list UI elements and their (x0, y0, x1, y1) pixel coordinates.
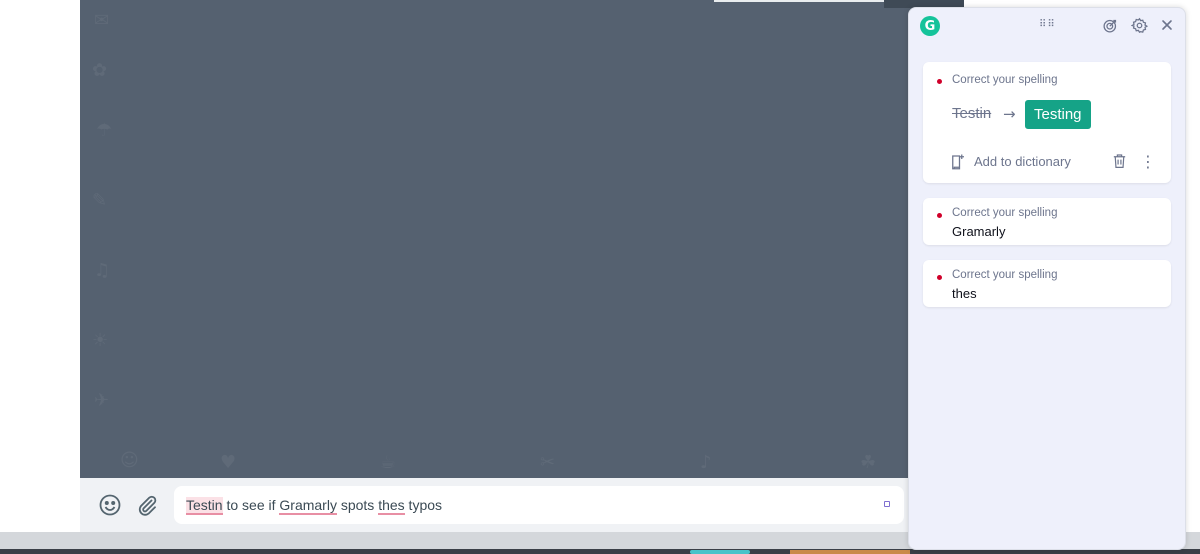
suggestion-category: Correct your spelling (952, 74, 1058, 86)
suggestion-card[interactable]: Correct your spelling Gramarly (923, 198, 1171, 245)
message-bubble-edge (714, 0, 886, 2)
more-options-icon[interactable]: ⋮ (1140, 152, 1156, 171)
paperclip-icon[interactable] (135, 493, 159, 517)
message-text-segment: spots (336, 497, 379, 513)
message-text-segment: to see if (222, 497, 280, 513)
original-word: Testin (952, 105, 992, 122)
chat-area: ✉ ✿ ☂ ✎ ♫ ☀ ✈ ☺ ♥ ☕ ✂ ♪ ☘ ✿ ☂ ✎ (80, 0, 964, 478)
arrow-right-icon: → (1003, 105, 1016, 123)
flagged-word: thes (952, 286, 977, 301)
goals-icon[interactable] (1101, 16, 1119, 34)
suggestion-category: Correct your spelling (952, 269, 1058, 281)
taskbar-item (790, 550, 910, 554)
error-word-testin[interactable]: Testin (186, 497, 223, 515)
message-text[interactable]: Testin to see if Gramarly spots thes typ… (186, 497, 443, 515)
gear-icon[interactable] (1130, 16, 1148, 34)
accept-suggestion-button[interactable]: Testing (1025, 100, 1091, 129)
error-word-thes[interactable]: thes (378, 497, 405, 515)
taskbar-item (690, 550, 750, 554)
left-margin (0, 0, 80, 532)
suggestion-category: Correct your spelling (952, 207, 1058, 219)
trash-icon[interactable] (1111, 152, 1129, 170)
grammarly-logo[interactable]: G (920, 16, 940, 36)
suggestion-card[interactable]: Correct your spelling thes (923, 260, 1171, 307)
suggestion-card-expanded[interactable]: Correct your spelling Testin → Testing A… (923, 62, 1171, 183)
message-input[interactable]: Testin to see if Gramarly spots thes typ… (174, 486, 904, 524)
message-text-segment: typos (404, 497, 443, 513)
close-icon[interactable] (1158, 16, 1176, 34)
grammarly-status-indicator[interactable] (884, 501, 890, 507)
error-dot (937, 275, 942, 280)
message-composer: Testin to see if Gramarly spots thes typ… (80, 478, 964, 532)
grammarly-header: G ⠿⠿ (909, 8, 1185, 48)
error-dot (937, 79, 942, 84)
grammarly-panel: G ⠿⠿ Correct your spelling Testin → Test… (908, 7, 1186, 550)
error-dot (937, 213, 942, 218)
add-to-dictionary-icon[interactable] (949, 153, 967, 171)
smiley-icon[interactable] (98, 493, 122, 517)
drag-handle-icon[interactable]: ⠿⠿ (1039, 19, 1056, 30)
add-to-dictionary-button[interactable]: Add to dictionary (974, 154, 1071, 169)
flagged-word: Gramarly (952, 224, 1006, 239)
error-word-gramarly[interactable]: Gramarly (279, 497, 337, 515)
